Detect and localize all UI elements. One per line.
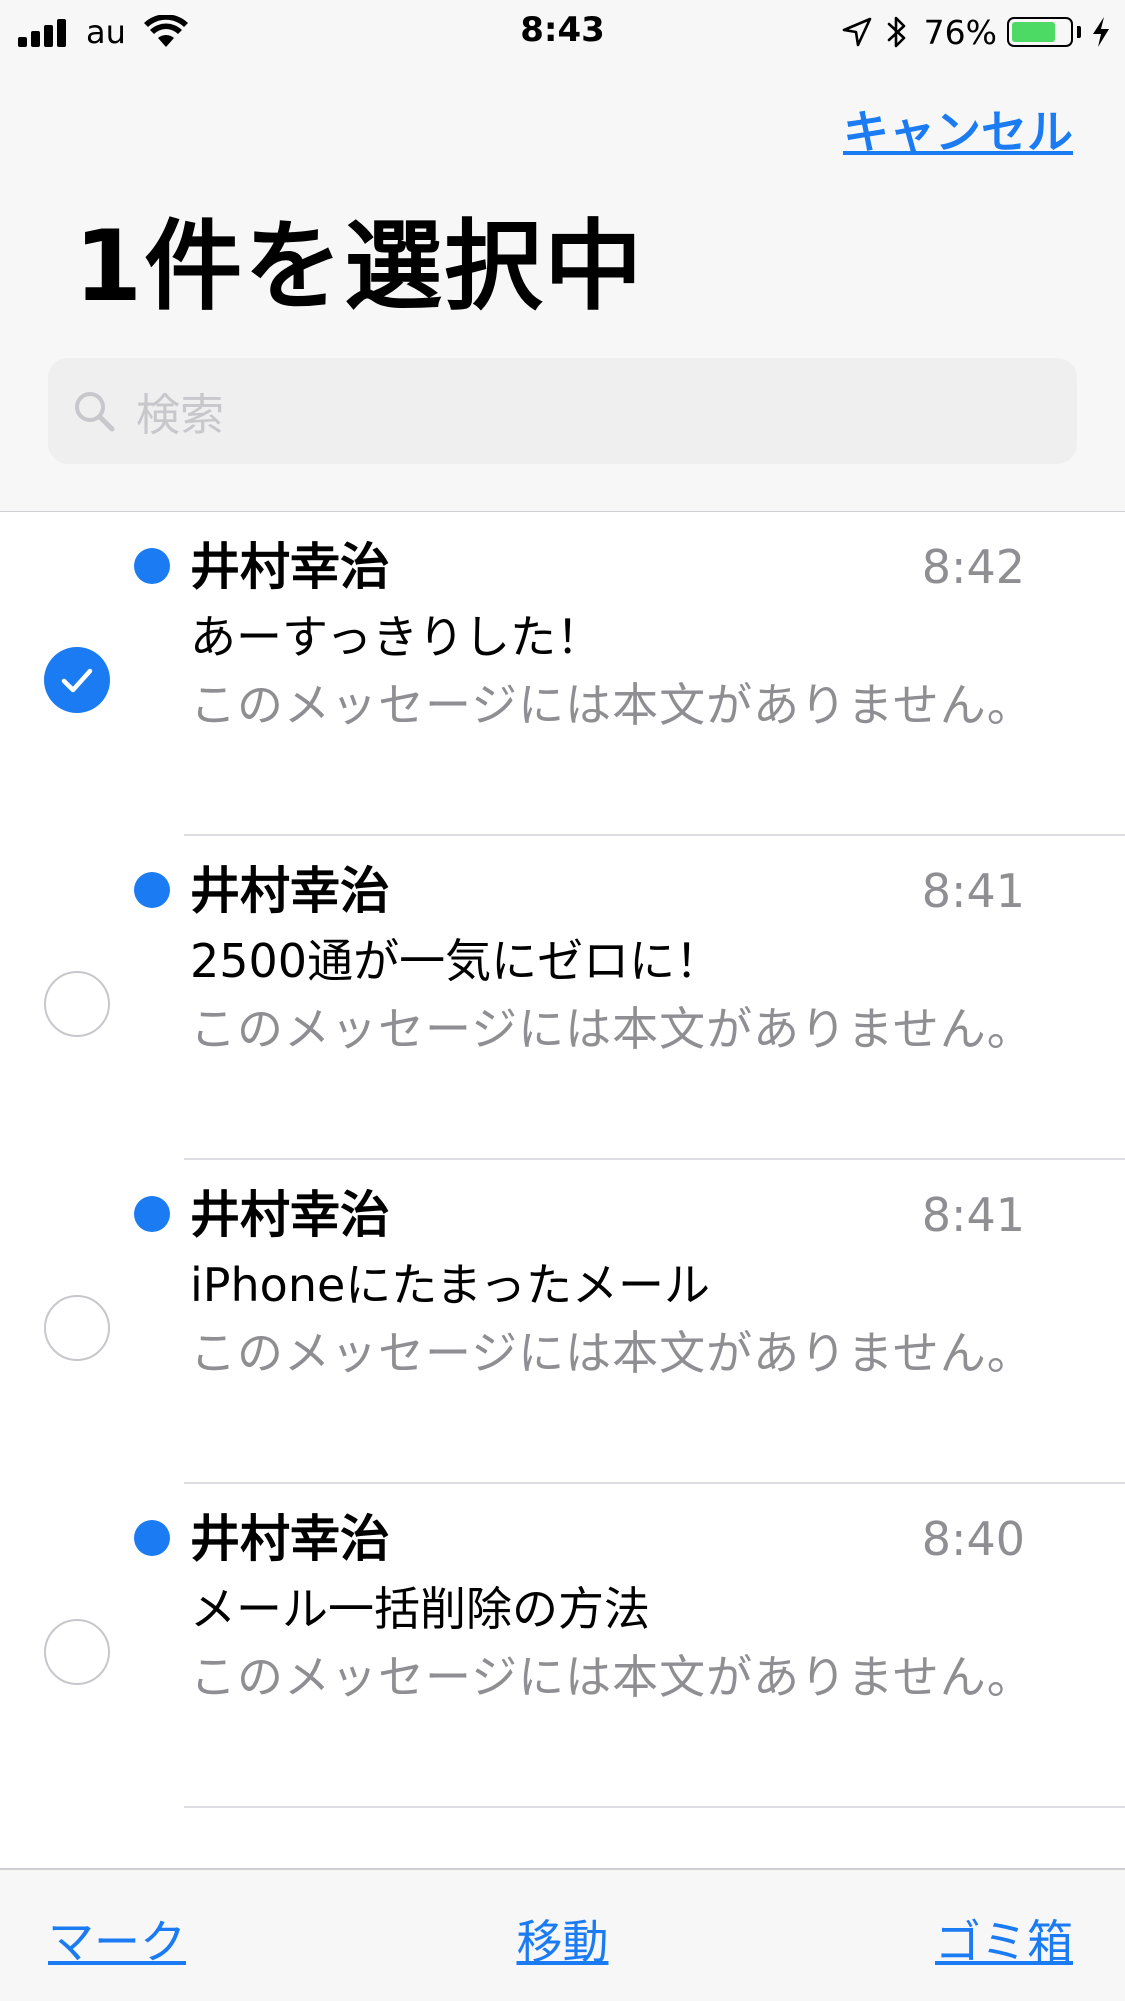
checkmark-icon [61, 668, 93, 693]
message-time: 8:41 [921, 864, 1025, 918]
mail-app: au 8:43 76% キャンセル 1件を選択中 検索 井村幸治 8:42 あー… [0, 0, 1125, 2001]
search-icon [75, 392, 115, 432]
message-subject: メール一括削除の方法 [190, 1582, 650, 1636]
message-time: 8:42 [921, 540, 1025, 594]
message-time: 8:41 [921, 1188, 1025, 1242]
message-subject: iPhoneにたまったメール [190, 1258, 711, 1312]
message-row[interactable]: 井村幸治 8:40 メール一括削除の方法 このメッセージには本文がありません。 [0, 1484, 1125, 1808]
message-sender: 井村幸治 [190, 862, 390, 920]
status-bar-right: 76% [842, 12, 1111, 52]
message-preview: このメッセージには本文がありません。 [190, 678, 1034, 732]
message-time: 8:40 [921, 1512, 1025, 1566]
bluetooth-icon [887, 16, 905, 48]
select-checkbox[interactable] [44, 1619, 110, 1685]
search-input[interactable]: 検索 [48, 358, 1077, 464]
select-checkbox[interactable] [44, 647, 110, 713]
message-preview: このメッセージには本文がありません。 [190, 1650, 1034, 1704]
message-subject: 2500通が一気にゼロに！ [190, 934, 722, 988]
status-bar: au 8:43 76% [0, 0, 1125, 62]
charging-bolt-icon [1093, 17, 1109, 47]
battery-percent: 76% [923, 12, 997, 52]
select-checkbox[interactable] [44, 1295, 110, 1361]
message-row[interactable]: 井村幸治 8:41 iPhoneにたまったメール このメッセージには本文がありま… [0, 1160, 1125, 1484]
message-preview: このメッセージには本文がありません。 [190, 1002, 1034, 1056]
battery-cap [1077, 26, 1081, 38]
message-list: 井村幸治 8:42 あーすっきりした！ このメッセージには本文がありません。 井… [0, 512, 1125, 1868]
unread-dot-icon [134, 1520, 170, 1556]
battery-icon [1007, 17, 1073, 47]
unread-dot-icon [134, 872, 170, 908]
location-arrow-icon [842, 17, 871, 47]
unread-dot-icon [134, 1196, 170, 1232]
search-placeholder: 検索 [136, 390, 224, 441]
message-sender: 井村幸治 [190, 538, 390, 596]
trash-button[interactable]: ゴミ箱 [935, 1906, 1073, 1972]
page-title: 1件を選択中 [74, 210, 645, 324]
message-preview: このメッセージには本文がありません。 [190, 1326, 1034, 1380]
message-row[interactable]: 井村幸治 8:41 2500通が一気にゼロに！ このメッセージには本文がありませ… [0, 836, 1125, 1160]
unread-dot-icon [134, 548, 170, 584]
message-sender: 井村幸治 [190, 1186, 390, 1244]
bottom-toolbar: マーク 移動 ゴミ箱 [0, 1868, 1125, 2001]
message-sender: 井村幸治 [190, 1510, 390, 1568]
row-divider [184, 1806, 1125, 1808]
battery-level-fill [1012, 22, 1055, 42]
message-subject: あーすっきりした！ [190, 610, 603, 664]
message-row[interactable]: 井村幸治 8:42 あーすっきりした！ このメッセージには本文がありません。 [0, 512, 1125, 836]
cancel-button[interactable]: キャンセル [843, 96, 1073, 162]
select-checkbox[interactable] [44, 971, 110, 1037]
